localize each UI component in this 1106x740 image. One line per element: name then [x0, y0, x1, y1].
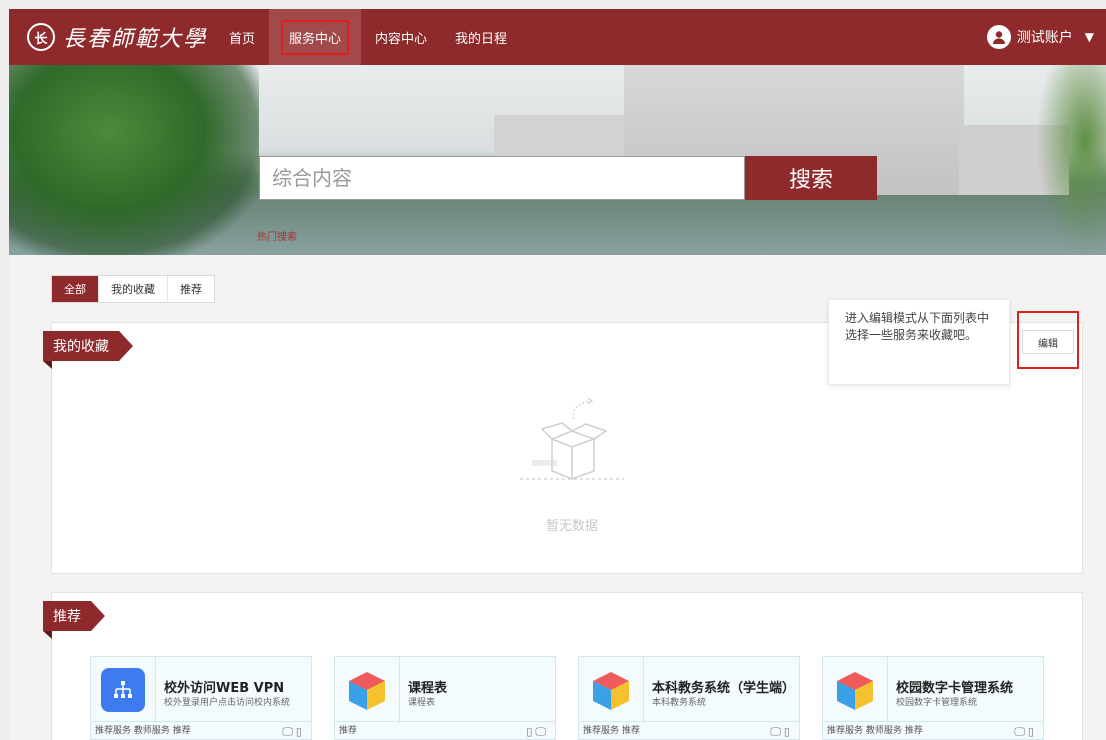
card-tags: 推荐服务 推荐 [583, 726, 640, 736]
card-title: 校外访问WEB VPN [164, 681, 285, 696]
card-divider [887, 657, 888, 723]
card-footer: 推荐服务 教师服务 推荐 🖵▯ [91, 721, 311, 740]
nav-content-center[interactable]: 内容中心 [361, 9, 441, 65]
card-subtitle: 校园数字卡管理系统 [896, 698, 978, 708]
empty-state: 暂无数据 [512, 393, 632, 534]
card-subtitle: 校外登录用户点击访问校内系统 [164, 698, 291, 708]
edit-tip-popover: 进入编辑模式从下面列表中选择一些服务来收藏吧。 [828, 299, 1010, 385]
card-subtitle: 课程表 [408, 698, 436, 708]
device-icons: 🖵▯ [1014, 725, 1037, 738]
card-title: 课程表 [408, 681, 448, 696]
banner-trees [9, 65, 259, 255]
card-footer: 推荐 ▯🖵 [335, 721, 555, 740]
user-avatar-icon [986, 25, 1011, 49]
top-navbar: 长 長春師範大學 首页 服务中心 内容中心 我的日程 测试账户 ▼ [9, 9, 1106, 65]
hot-search-link[interactable]: 热门搜索 [257, 228, 297, 243]
main-nav: 首页 服务中心 内容中心 我的日程 [215, 9, 521, 65]
recommend-heading: 推荐 [43, 601, 105, 631]
tab-recommend[interactable]: 推荐 [168, 276, 214, 302]
device-icons: 🖵▯ [282, 725, 305, 738]
logo-text: 長春師範大學 [63, 27, 208, 52]
tab-all[interactable]: 全部 [52, 276, 99, 302]
nav-home[interactable]: 首页 [215, 9, 269, 65]
edit-button[interactable]: 编辑 [1022, 330, 1074, 354]
sitemap-icon [101, 668, 145, 712]
search-button[interactable]: 搜索 [745, 156, 877, 200]
empty-text: 暂无数据 [545, 519, 598, 534]
device-icons: 🖵▯ [770, 725, 793, 738]
user-name: 测试账户 [1016, 30, 1073, 46]
card-subtitle: 本科教务系统 [652, 698, 707, 708]
device-icons: ▯🖵 [526, 725, 549, 738]
campus-banner: 搜索 热门搜索 [9, 65, 1106, 255]
nav-my-schedule[interactable]: 我的日程 [441, 9, 521, 65]
chevron-down-icon[interactable]: ▼ [1085, 30, 1094, 44]
page: 长 長春師範大學 首页 服务中心 内容中心 我的日程 测试账户 ▼ 搜索 热门搜… [9, 9, 1106, 740]
filter-tabs: 全部 我的收藏 推荐 [51, 275, 215, 303]
service-card-timetable[interactable]: 课程表 课程表 推荐 ▯🖵 [334, 656, 556, 740]
service-card-academic[interactable]: 本科教务系统（学生端） 本科教务系统 推荐服务 推荐 🖵▯ [578, 656, 800, 740]
card-tags: 推荐 [339, 726, 358, 736]
service-card-vpn[interactable]: 校外访问WEB VPN 校外登录用户点击访问校内系统 推荐服务 教师服务 推荐 … [90, 656, 312, 740]
card-tags: 推荐服务 教师服务 推荐 [95, 726, 191, 736]
seal-icon: 长 [27, 23, 55, 51]
service-card-campus-card[interactable]: 校园数字卡管理系统 校园数字卡管理系统 推荐服务 教师服务 推荐 🖵▯ [822, 656, 1044, 740]
user-menu[interactable]: 测试账户 ▼ [986, 9, 1094, 65]
card-footer: 推荐服务 教师服务 推荐 🖵▯ [823, 721, 1043, 740]
favorites-heading: 我的收藏 [43, 331, 133, 361]
university-logo[interactable]: 长 長春師範大學 [27, 19, 207, 55]
cube-icon [589, 668, 633, 712]
ribbon-fold [43, 631, 52, 639]
search-bar: 搜索 [259, 156, 877, 200]
nav-service-center[interactable]: 服务中心 [269, 9, 362, 65]
edit-highlight: 编辑 [1017, 311, 1079, 369]
card-divider [399, 657, 400, 723]
card-title: 校园数字卡管理系统 [896, 681, 1014, 696]
cube-icon [833, 668, 877, 712]
card-footer: 推荐服务 推荐 🖵▯ [579, 721, 799, 740]
cube-icon [345, 668, 389, 712]
banner-trees [1036, 65, 1106, 255]
card-divider [643, 657, 644, 723]
card-tags: 推荐服务 教师服务 推荐 [827, 726, 923, 736]
search-input[interactable] [259, 156, 745, 200]
card-title: 本科教务系统（学生端） [652, 681, 796, 696]
empty-box-icon [512, 393, 632, 493]
recommend-panel: 推荐 校外访问WEB VPN 校外登录用户点击访问校内系统 推荐服务 教师服务 … [43, 592, 1083, 740]
card-divider [155, 657, 156, 723]
tab-my-favorites[interactable]: 我的收藏 [99, 276, 168, 302]
ribbon-fold [43, 361, 52, 369]
